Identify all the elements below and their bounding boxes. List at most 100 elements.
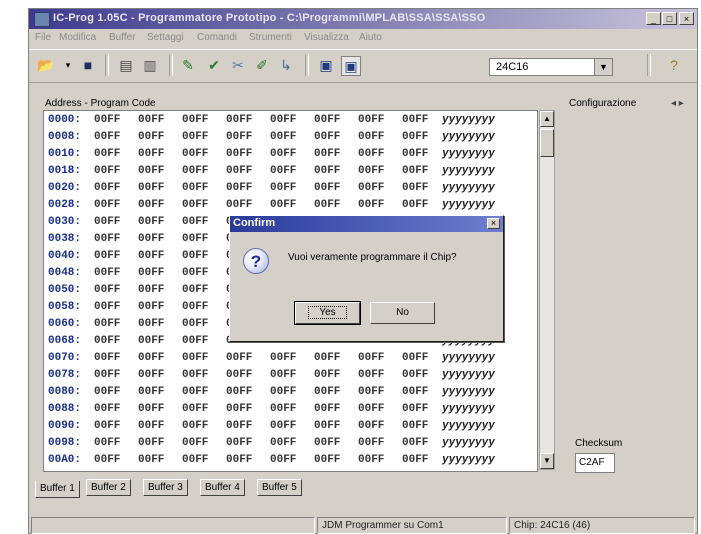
code-scrollbar[interactable]: ▲ ▼ <box>539 110 555 470</box>
word-cell[interactable]: 00FF <box>94 199 120 211</box>
word-cell[interactable]: 00FF <box>358 454 384 466</box>
title-bar[interactable]: IC-Prog 1.05C - Programmatore Prototipo … <box>29 9 697 29</box>
word-cell[interactable]: 00FF <box>182 403 208 415</box>
word-cell[interactable]: 00FF <box>358 369 384 381</box>
menu-aiuto[interactable]: Aiuto <box>359 32 382 43</box>
config-arrows-icon[interactable]: ◂ ▸ <box>671 98 684 109</box>
word-cell[interactable]: 00FF <box>94 437 120 449</box>
word-cell[interactable]: 00FF <box>138 182 164 194</box>
word-cell[interactable]: 00FF <box>182 335 208 347</box>
word-cell[interactable]: 00FF <box>226 471 252 472</box>
window-icon[interactable]: ▣ <box>317 56 335 74</box>
word-cell[interactable]: 00FF <box>270 471 296 472</box>
word-cell[interactable]: 00FF <box>182 301 208 313</box>
word-cell[interactable]: 00FF <box>270 199 296 211</box>
word-cell[interactable]: 00FF <box>226 131 252 143</box>
word-cell[interactable]: 00FF <box>226 403 252 415</box>
word-cell[interactable]: 00FF <box>94 267 120 279</box>
word-cell[interactable]: 00FF <box>138 335 164 347</box>
word-cell[interactable]: 00FF <box>182 471 208 472</box>
save-disk-icon[interactable]: ■ <box>79 56 97 74</box>
word-cell[interactable]: 00FF <box>358 148 384 160</box>
word-cell[interactable]: 00FF <box>358 131 384 143</box>
blank-check-icon[interactable]: ✐ <box>253 56 271 74</box>
tab-buffer-1[interactable]: Buffer 1 <box>35 481 80 498</box>
word-cell[interactable]: 00FF <box>358 471 384 472</box>
menu-modifica[interactable]: Modifica <box>59 32 96 43</box>
word-cell[interactable]: 00FF <box>402 403 428 415</box>
word-cell[interactable]: 00FF <box>226 114 252 126</box>
menu-strumenti[interactable]: Strumenti <box>249 32 292 43</box>
menu-file[interactable]: File <box>35 32 51 43</box>
word-cell[interactable]: 00FF <box>94 335 120 347</box>
word-cell[interactable]: 00FF <box>270 165 296 177</box>
word-cell[interactable]: 00FF <box>270 131 296 143</box>
tab-buffer-4[interactable]: Buffer 4 <box>200 479 245 496</box>
dropdown-arrow-icon[interactable]: ▾ <box>59 56 77 74</box>
word-cell[interactable]: 00FF <box>182 318 208 330</box>
menu-buffer[interactable]: Buffer <box>109 32 136 43</box>
word-cell[interactable]: 00FF <box>226 386 252 398</box>
word-cell[interactable]: 00FF <box>182 148 208 160</box>
info-icon[interactable]: ↳ <box>277 56 295 74</box>
word-cell[interactable]: 00FF <box>226 165 252 177</box>
word-cell[interactable]: 00FF <box>94 182 120 194</box>
chevron-down-icon[interactable]: ▼ <box>594 59 612 75</box>
word-cell[interactable]: 00FF <box>226 199 252 211</box>
word-cell[interactable]: 00FF <box>138 318 164 330</box>
word-cell[interactable]: 00FF <box>314 352 340 364</box>
word-cell[interactable]: 00FF <box>182 454 208 466</box>
device-select[interactable]: 24C16 ▼ <box>489 58 613 76</box>
word-cell[interactable]: 00FF <box>94 386 120 398</box>
yes-button[interactable]: Yes <box>294 301 361 325</box>
help-icon[interactable]: ? <box>665 56 683 74</box>
word-cell[interactable]: 00FF <box>94 165 120 177</box>
read-chip-icon[interactable]: ▤ <box>117 56 135 74</box>
word-cell[interactable]: 00FF <box>182 420 208 432</box>
word-cell[interactable]: 00FF <box>94 131 120 143</box>
word-cell[interactable]: 00FF <box>226 148 252 160</box>
word-cell[interactable]: 00FF <box>138 437 164 449</box>
word-cell[interactable]: 00FF <box>182 437 208 449</box>
word-cell[interactable]: 00FF <box>182 369 208 381</box>
word-cell[interactable]: 00FF <box>402 369 428 381</box>
word-cell[interactable]: 00FF <box>358 114 384 126</box>
word-cell[interactable]: 00FF <box>402 352 428 364</box>
word-cell[interactable]: 00FF <box>226 182 252 194</box>
word-cell[interactable]: 00FF <box>402 182 428 194</box>
word-cell[interactable]: 00FF <box>314 420 340 432</box>
word-cell[interactable]: 00FF <box>402 165 428 177</box>
word-cell[interactable]: 00FF <box>358 199 384 211</box>
word-cell[interactable]: 00FF <box>138 284 164 296</box>
tab-buffer-5[interactable]: Buffer 5 <box>257 479 302 496</box>
word-cell[interactable]: 00FF <box>358 403 384 415</box>
word-cell[interactable]: 00FF <box>402 471 428 472</box>
word-cell[interactable]: 00FF <box>226 352 252 364</box>
erase-icon[interactable]: ✂ <box>229 56 247 74</box>
word-cell[interactable]: 00FF <box>226 420 252 432</box>
word-cell[interactable]: 00FF <box>138 301 164 313</box>
word-cell[interactable]: 00FF <box>138 199 164 211</box>
word-cell[interactable]: 00FF <box>270 369 296 381</box>
word-cell[interactable]: 00FF <box>314 369 340 381</box>
word-cell[interactable]: 00FF <box>358 182 384 194</box>
write-chip-icon[interactable]: ▥ <box>141 56 159 74</box>
word-cell[interactable]: 00FF <box>94 420 120 432</box>
word-cell[interactable]: 00FF <box>138 148 164 160</box>
word-cell[interactable]: 00FF <box>314 131 340 143</box>
maximize-button[interactable]: □ <box>662 12 677 25</box>
word-cell[interactable]: 00FF <box>402 131 428 143</box>
scroll-thumb[interactable] <box>540 129 554 157</box>
word-cell[interactable]: 00FF <box>182 267 208 279</box>
window-active-icon[interactable]: ▣ <box>341 56 361 76</box>
word-cell[interactable]: 00FF <box>314 403 340 415</box>
word-cell[interactable]: 00FF <box>314 182 340 194</box>
word-cell[interactable]: 00FF <box>270 352 296 364</box>
word-cell[interactable]: 00FF <box>314 471 340 472</box>
word-cell[interactable]: 00FF <box>226 369 252 381</box>
word-cell[interactable]: 00FF <box>314 437 340 449</box>
word-cell[interactable]: 00FF <box>138 250 164 262</box>
word-cell[interactable]: 00FF <box>94 233 120 245</box>
word-cell[interactable]: 00FF <box>138 267 164 279</box>
word-cell[interactable]: 00FF <box>402 386 428 398</box>
